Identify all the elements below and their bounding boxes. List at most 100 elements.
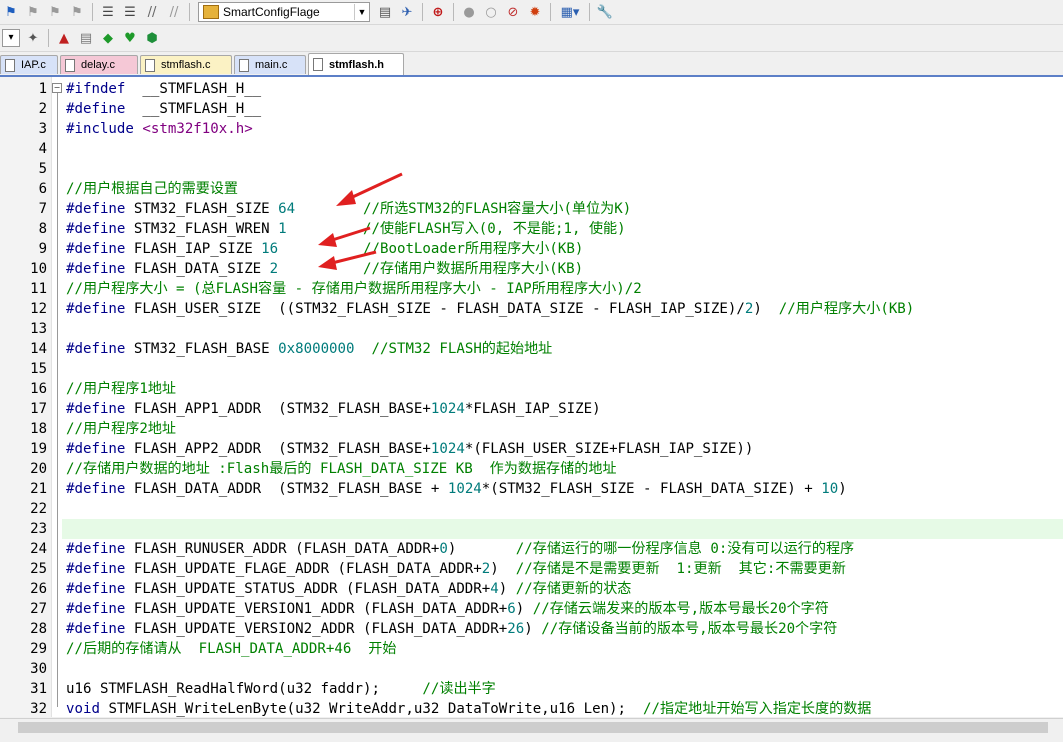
code-token: 1024 — [447, 481, 482, 497]
load-icon[interactable]: ▲ — [55, 29, 73, 47]
bookmark-prev-icon[interactable]: ⚑ — [24, 3, 42, 21]
bookmark-next-icon[interactable]: ⚑ — [46, 3, 64, 21]
breakpoint-disable-icon[interactable]: ⊘ — [504, 3, 522, 21]
code-line[interactable]: #define FLASH_APP1_ADDR (STM32_FLASH_BAS… — [66, 399, 601, 419]
window-layout-icon[interactable]: ▦▾ — [557, 3, 583, 21]
code-token: //存储用户数据所用程序大小(KB) — [363, 261, 584, 277]
code-line[interactable]: #define FLASH_USER_SIZE ((STM32_FLASH_SI… — [66, 299, 914, 319]
horizontal-scrollbar[interactable] — [0, 718, 1063, 737]
wizard-icon[interactable]: ✦ — [24, 29, 42, 47]
code-line[interactable]: //用户程序2地址 — [66, 419, 176, 439]
code-token: //用户程序大小 = (总FLASH容量 - 存储用户数据所用程序大小 - IA… — [66, 281, 642, 297]
fold-line — [57, 93, 58, 707]
code-line[interactable]: #define FLASH_UPDATE_VERSION2_ADDR (FLAS… — [66, 619, 837, 639]
code-line[interactable]: #define FLASH_DATA_SIZE 2 //存储用户数据所用程序大小… — [66, 259, 583, 279]
configure-icon[interactable]: 🔧 — [596, 3, 614, 21]
file-icon — [145, 58, 155, 72]
code-line[interactable]: #define STM32_FLASH_BASE 0x8000000 //STM… — [66, 339, 552, 359]
toolbar-separator — [48, 29, 49, 47]
code-line[interactable]: //存储用户数据的地址 :Flash最后的 FLASH_DATA_SIZE KB… — [66, 459, 617, 479]
code-line[interactable]: //用户程序大小 = (总FLASH容量 - 存储用户数据所用程序大小 - IA… — [66, 279, 642, 299]
line-number: 15 — [30, 361, 47, 377]
chevron-down-icon[interactable]: ▼ — [354, 4, 369, 20]
code-line[interactable]: #define STM32_FLASH_SIZE 64 //所选STM32的FL… — [66, 199, 631, 219]
line-number: 23 — [30, 521, 47, 537]
indent-icon[interactable]: ☰ — [99, 3, 117, 21]
code-line[interactable]: #define FLASH_IAP_SIZE 16 //BootLoader所用… — [66, 239, 583, 259]
code-line[interactable]: //用户根据自己的需要设置 — [66, 179, 238, 199]
line-number: 9 — [38, 241, 47, 257]
code-token: #define — [66, 481, 126, 497]
code-token: 10 — [821, 481, 839, 497]
breakpoint-enable-icon[interactable]: ○ — [482, 3, 500, 21]
tab-stmflash-h[interactable]: stmflash.h — [308, 53, 404, 75]
tab-iap-c[interactable]: IAP.c — [0, 55, 58, 74]
line-number: 27 — [30, 601, 47, 617]
tab-label: main.c — [255, 59, 288, 71]
code-token: #define — [66, 621, 126, 637]
code-line[interactable]: #define FLASH_UPDATE_STATUS_ADDR (FLASH_… — [66, 579, 631, 599]
code-line[interactable]: #define FLASH_UPDATE_FLAGE_ADDR (FLASH_D… — [66, 559, 846, 579]
line-number: 5 — [38, 161, 47, 177]
bookmark-clear-icon[interactable]: ⚑ — [68, 3, 86, 21]
tab-stmflash-c[interactable]: stmflash.c — [140, 55, 232, 74]
code-token: #define — [66, 261, 126, 277]
code-line[interactable]: u16 STMFLASH_ReadHalfWord(u32 faddr); //… — [66, 679, 496, 699]
toolbar-separator — [422, 3, 423, 21]
line-number: 7 — [38, 201, 47, 217]
code-token: ) — [524, 621, 542, 637]
find-in-files-icon[interactable]: ▤ — [376, 3, 394, 21]
code-token: 1024 — [430, 441, 465, 457]
code-token: u16 STMFLASH_ReadHalfWord(u32 faddr); — [66, 681, 423, 697]
fold-toggle-icon[interactable]: − — [52, 83, 62, 93]
code-line[interactable]: //用户程序1地址 — [66, 379, 176, 399]
breakpoint-insert-icon[interactable]: ● — [460, 3, 478, 21]
code-line[interactable]: #define __STMFLASH_H__ — [66, 99, 261, 119]
code-line[interactable]: void STMFLASH_WriteLenByte(u32 WriteAddr… — [66, 699, 871, 717]
code-line[interactable]: #define FLASH_DATA_ADDR (STM32_FLASH_BAS… — [66, 479, 847, 499]
code-token: void — [66, 701, 100, 717]
file-tabs: IAP.c delay.c stmflash.c main.c stmflash… — [0, 53, 1063, 77]
debug-icon[interactable]: ✈ — [398, 3, 416, 21]
unindent-icon[interactable]: ☰ — [121, 3, 139, 21]
scrollbar-thumb[interactable] — [18, 722, 1048, 733]
translate-icon[interactable]: ◆ — [99, 29, 117, 47]
tab-main-c[interactable]: main.c — [234, 55, 306, 74]
code-token: FLASH_RUNUSER_ADDR (FLASH_DATA_ADDR+ — [125, 541, 440, 557]
uncomment-icon[interactable]: // — [165, 3, 183, 21]
flag-icon[interactable]: ⚑ — [2, 3, 20, 21]
breakpoint-kill-icon[interactable]: ✹ — [526, 3, 544, 21]
code-token: #define — [66, 581, 126, 597]
code-token: ) — [753, 301, 779, 317]
batch-build-icon[interactable]: ⬢ — [143, 29, 161, 47]
dropdown-icon[interactable]: ▾ — [2, 29, 20, 47]
line-number: 25 — [30, 561, 47, 577]
current-line-highlight — [62, 519, 1063, 539]
code-line[interactable]: #define FLASH_RUNUSER_ADDR (FLASH_DATA_A… — [66, 539, 854, 559]
code-token: #define — [66, 221, 126, 237]
target-select-value: SmartConfigFlage — [223, 5, 320, 19]
file-icon — [239, 58, 249, 72]
code-line[interactable]: #ifndef __STMFLASH_H__ — [66, 79, 261, 99]
tab-delay-c[interactable]: delay.c — [60, 55, 138, 74]
code-line[interactable]: #define STM32_FLASH_WREN 1 //使能FLASH写入(0… — [66, 219, 626, 239]
code-editor[interactable]: 1 2 3 4 5 6 7 8 9 10 11 12 13 14 15 16 17 18 19 20 21 22 23 24 2… — [0, 77, 1063, 717]
code-line[interactable]: #define FLASH_APP2_ADDR (STM32_FLASH_BAS… — [66, 439, 753, 459]
code-token: //所选STM32的FLASH容量大小(单位为K) — [363, 201, 632, 217]
zoom-find-icon[interactable]: ⊕ — [429, 3, 447, 21]
rebuild-icon[interactable]: ♥ — [121, 29, 139, 47]
code-line[interactable]: #define FLASH_UPDATE_VERSION1_ADDR (FLAS… — [66, 599, 829, 619]
target-select[interactable]: SmartConfigFlage ▼ — [198, 2, 370, 22]
code-token: STM32_FLASH_SIZE — [125, 201, 279, 217]
code-token: ) — [515, 601, 533, 617]
comment-icon[interactable]: // — [143, 3, 161, 21]
code-token: STM32_FLASH_BASE — [125, 341, 279, 357]
code-line[interactable]: //后期的存储请从 FLASH_DATA_ADDR+46 开始 — [66, 639, 397, 659]
tab-label: IAP.c — [21, 59, 46, 71]
build-icon[interactable]: ▤ — [77, 29, 95, 47]
code-line[interactable]: #include <stm32f10x.h> — [66, 119, 253, 139]
